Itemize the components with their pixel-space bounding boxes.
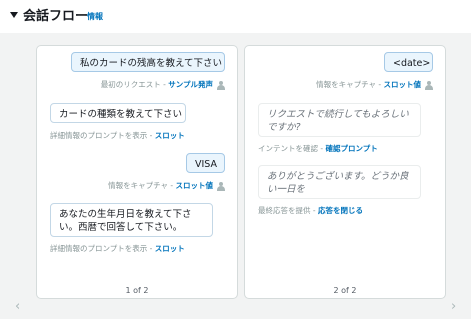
info-link[interactable]: 情報 bbox=[87, 11, 103, 23]
section-title: 会話フロー bbox=[23, 9, 89, 24]
bot-prompt-bubble: カードの種類を教えて下さい bbox=[50, 103, 186, 123]
section-header: 会話フロー 情報 bbox=[0, 0, 471, 33]
message-meta: インテントを確認 - 確認プロンプト bbox=[258, 144, 378, 154]
page-indicator: 1 of 2 bbox=[125, 286, 149, 295]
message-meta: 詳細情報のプロンプトを表示 - スロット bbox=[50, 244, 185, 254]
page-indicator: 2 of 2 bbox=[333, 286, 357, 295]
next-page-arrow-icon[interactable]: › bbox=[451, 300, 456, 313]
slot-value-link[interactable]: スロット値 bbox=[384, 80, 422, 89]
message-meta: 情報をキャプチャ - スロット値 bbox=[316, 80, 433, 90]
meta-label: インテントを確認 - bbox=[258, 144, 326, 153]
user-utterance-bubble: <date> bbox=[384, 52, 433, 72]
previous-page-arrow-icon[interactable]: ‹ bbox=[15, 300, 20, 313]
confirmation-prompt-link[interactable]: 確認プロンプト bbox=[325, 144, 377, 153]
bot-prompt-bubble: あなたの生年月日を教えて下さい。西暦で回答して下さい。 bbox=[50, 203, 213, 237]
message-meta: 最終応答を提供 - 応答を閉じる bbox=[258, 206, 363, 216]
conversation-panel-1: 私のカードの残高を教えて下さい 最初のリクエスト - サンプル発声 カードの種類… bbox=[36, 45, 238, 299]
user-utterance-bubble: 私のカードの残高を教えて下さい bbox=[71, 52, 225, 72]
closing-response-link[interactable]: 応答を閉じる bbox=[318, 206, 363, 215]
message-meta: 詳細情報のプロンプトを表示 - スロット bbox=[50, 131, 185, 141]
slot-link[interactable]: スロット bbox=[155, 131, 185, 140]
meta-label: 最終応答を提供 - bbox=[258, 206, 318, 215]
slot-link[interactable]: スロット bbox=[155, 244, 185, 253]
closing-response-bubble: ありがとうございます。どうか良い一日を bbox=[258, 165, 421, 199]
collapse-caret-icon[interactable] bbox=[10, 12, 18, 18]
meta-label: 情報をキャプチャ - bbox=[108, 181, 176, 190]
message-meta: 情報をキャプチャ - スロット値 bbox=[108, 181, 225, 191]
user-icon bbox=[424, 80, 433, 90]
sample-utterance-link[interactable]: サンプル発声 bbox=[168, 80, 213, 89]
meta-label: 最初のリクエスト - bbox=[100, 80, 169, 89]
user-icon bbox=[216, 80, 225, 90]
message-meta: 最初のリクエスト - サンプル発声 bbox=[101, 80, 225, 90]
slot-value-link[interactable]: スロット値 bbox=[176, 181, 214, 190]
user-utterance-bubble: VISA bbox=[186, 153, 225, 173]
conversation-panel-2: <date> 情報をキャプチャ - スロット値 リクエストで続行してもよろしいで… bbox=[244, 45, 446, 299]
user-icon bbox=[216, 181, 225, 191]
meta-label: 情報をキャプチャ - bbox=[316, 80, 384, 89]
meta-label: 詳細情報のプロンプトを表示 - bbox=[50, 244, 155, 253]
confirmation-prompt-bubble: リクエストで続行してもよろしいですか? bbox=[258, 103, 421, 137]
meta-label: 詳細情報のプロンプトを表示 - bbox=[50, 131, 155, 140]
